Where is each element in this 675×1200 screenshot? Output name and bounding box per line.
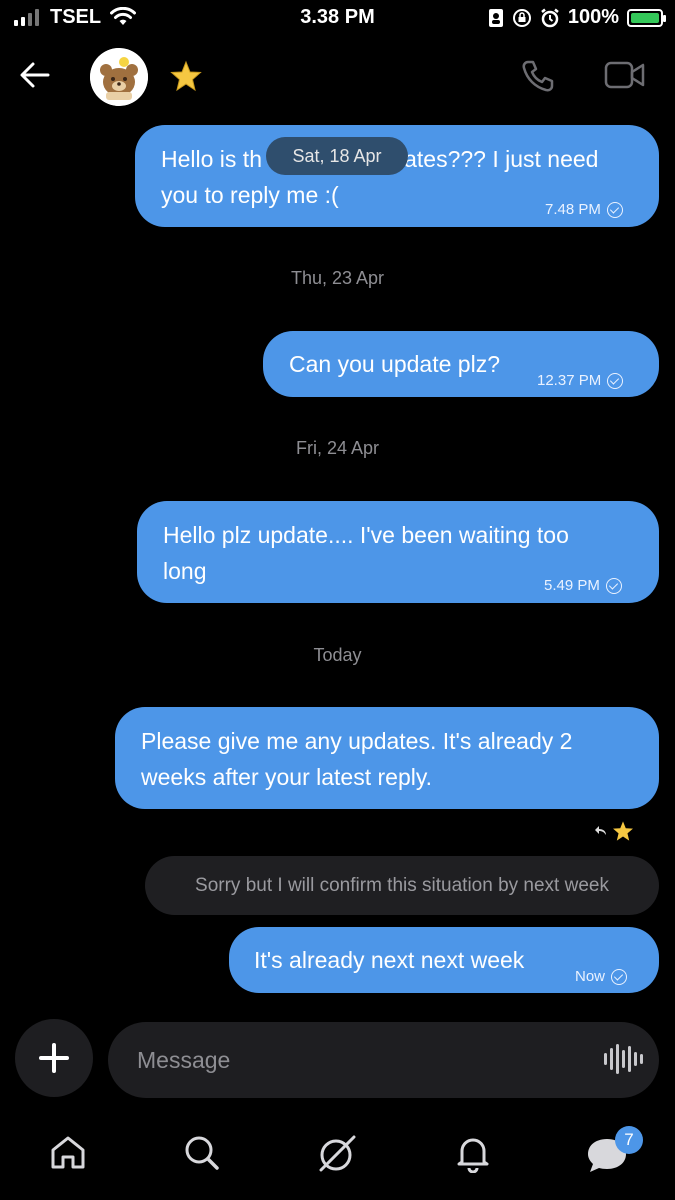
arrow-left-icon[interactable] — [18, 58, 52, 92]
message-time: Now — [575, 968, 606, 985]
status-bar: TSEL 3.38 PM 100% — [0, 0, 675, 40]
message-meta: 5.49 PM — [544, 568, 622, 604]
explore-icon[interactable] — [316, 1133, 358, 1175]
bottom-navigation — [0, 1125, 675, 1200]
message-meta: 12.37 PM — [537, 363, 624, 399]
message-time: 12.37 PM — [537, 372, 602, 389]
waveform-icon[interactable] — [604, 1042, 643, 1076]
message-text: It's already next next week — [254, 947, 525, 973]
message-text-line2: long — [163, 558, 207, 584]
delivered-check-icon — [606, 202, 623, 218]
message-time: 5.49 PM — [544, 577, 600, 594]
search-icon[interactable] — [182, 1133, 222, 1173]
message-text-line2: weeks after your latest reply. — [141, 764, 433, 790]
reply-reaction[interactable] — [594, 820, 634, 842]
rotation-lock-icon — [512, 8, 531, 27]
message-text: Can you update plz? — [289, 351, 500, 377]
date-separator: Today — [313, 645, 362, 665]
add-attachment-button[interactable] — [15, 1019, 93, 1097]
delivered-check-icon — [611, 969, 628, 985]
reply-arrow-icon — [595, 826, 606, 835]
received-message[interactable]: Sorry but I will confirm this situation … — [145, 856, 659, 915]
home-icon[interactable] — [48, 1133, 88, 1173]
date-separator: Thu, 23 Apr — [290, 268, 385, 288]
bear-avatar-icon — [90, 48, 148, 106]
chat-header — [0, 44, 675, 110]
message-input[interactable] — [108, 1022, 659, 1098]
delivered-check-icon — [605, 578, 622, 594]
delivered-check-icon — [607, 373, 624, 389]
star-icon — [170, 60, 202, 92]
sent-message[interactable]: Please give me any updates. It's already… — [115, 707, 659, 809]
message-text-line1: Please give me any updates. It's already… — [141, 728, 573, 754]
star-icon — [613, 821, 633, 841]
bell-icon[interactable] — [453, 1133, 493, 1173]
message-text-line2: you to reply me :( — [161, 182, 339, 208]
sticky-date-pill: Sat, 18 Apr — [266, 137, 408, 175]
alarm-icon — [541, 8, 559, 27]
message-text-line1: Hello plz update.... I've been waiting t… — [163, 522, 569, 548]
avatar[interactable] — [90, 48, 148, 106]
unread-badge: 7 — [615, 1126, 643, 1154]
video-camera-icon[interactable] — [604, 60, 646, 90]
phone-icon[interactable] — [520, 58, 556, 94]
status-indicators: 100% — [488, 6, 666, 29]
battery-icon — [627, 8, 666, 27]
contact-card-icon — [488, 8, 503, 27]
date-separator: Fri, 24 Apr — [295, 438, 380, 458]
battery-percentage: 100% — [567, 6, 619, 28]
message-time: 7.48 PM — [545, 201, 601, 218]
message-meta: 7.48 PM — [545, 192, 623, 228]
sent-message[interactable]: It's already next next week Now — [229, 927, 659, 993]
sent-message[interactable]: Hello plz update.... I've been waiting t… — [137, 501, 659, 603]
message-meta: Now — [575, 959, 628, 995]
sent-message[interactable]: Can you update plz? 12.37 PM — [263, 331, 659, 397]
